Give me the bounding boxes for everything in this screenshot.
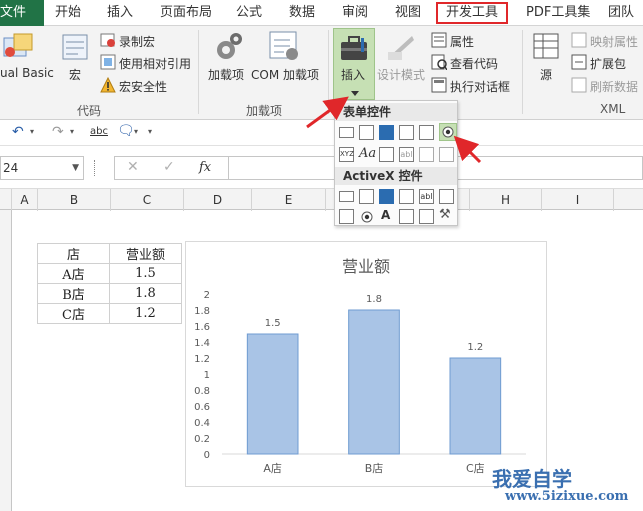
excel-window: 文件 开始 插入 页面布局 公式 数据 审阅 视图 开发工具 PDF工具集 团队… — [0, 0, 643, 511]
watermark-logo: 我爱自学 — [492, 467, 572, 491]
watermark-url: www.5izixue.com — [505, 489, 629, 504]
arrow-to-insert — [306, 96, 349, 129]
annotation-arrows — [306, 96, 482, 164]
arrow-to-option-button — [453, 135, 482, 164]
